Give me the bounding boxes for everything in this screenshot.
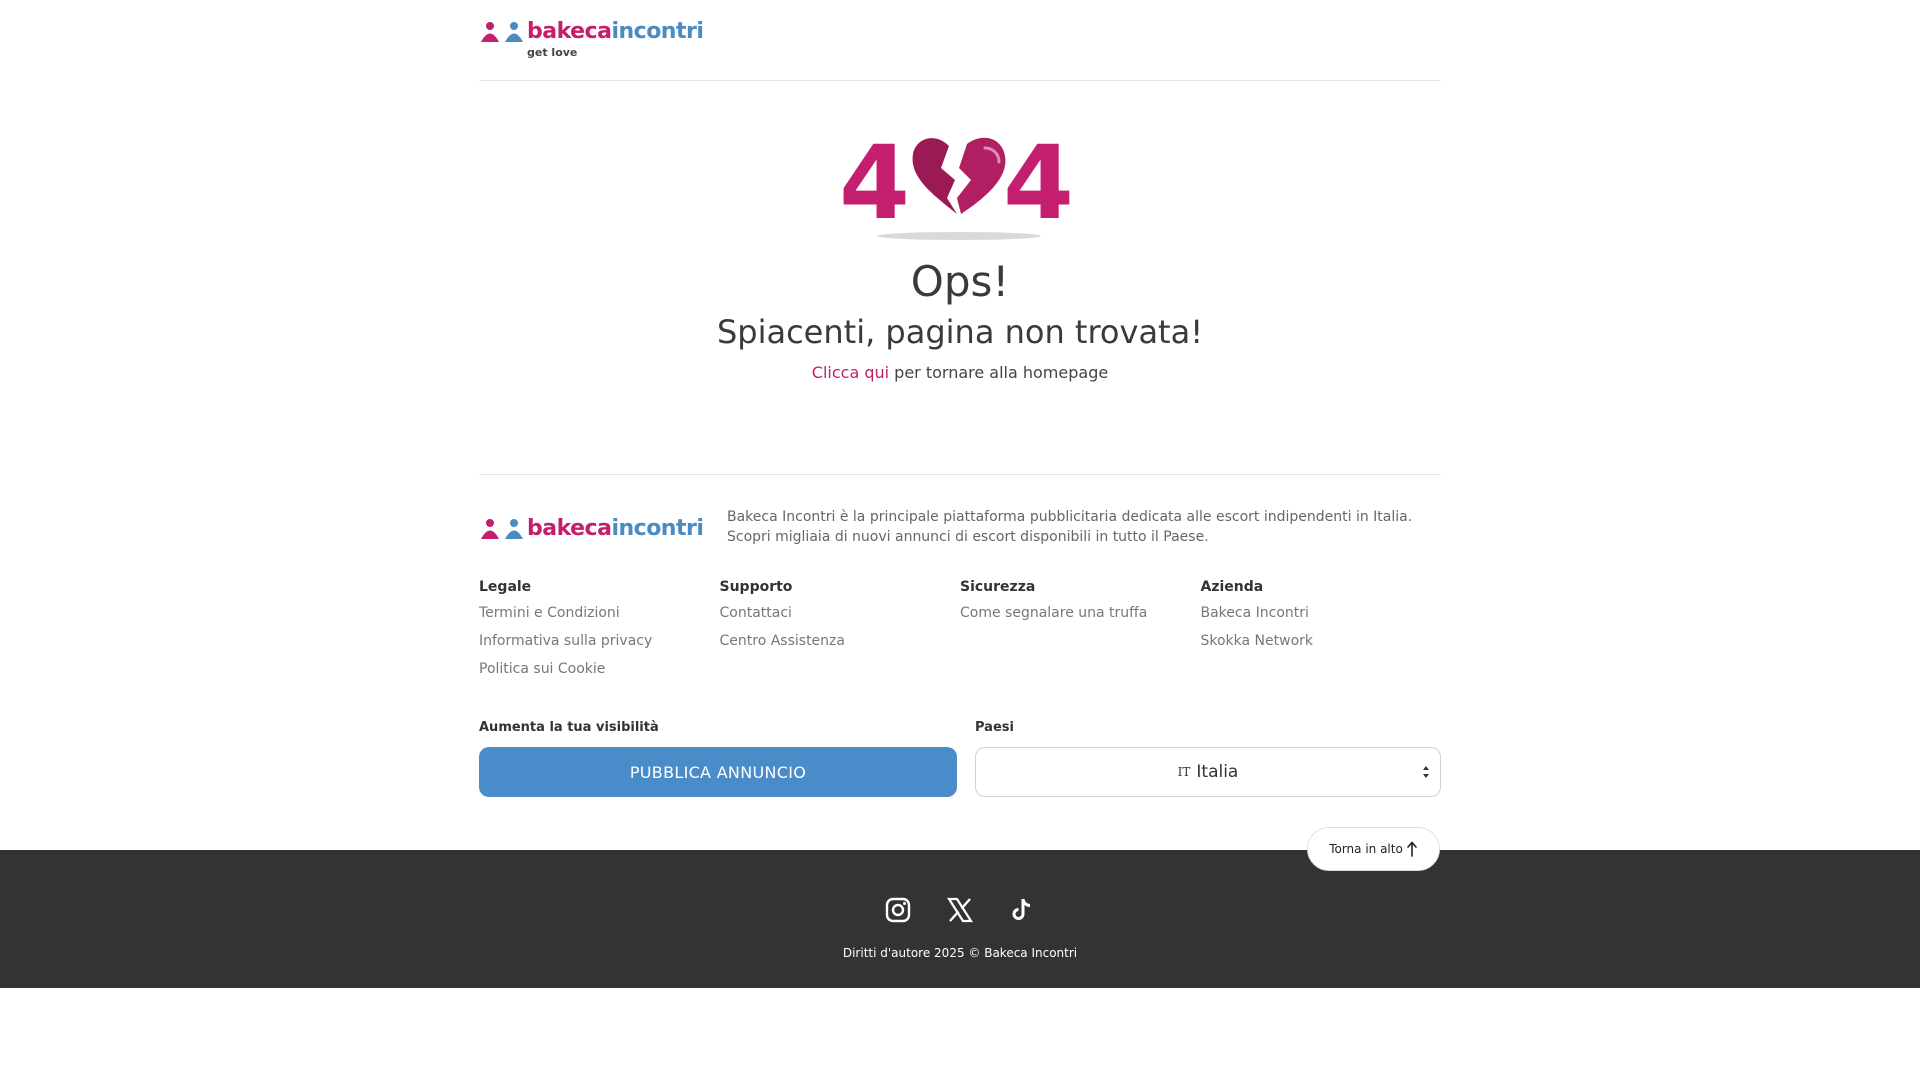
back-home-link[interactable]: Clicca qui <box>812 363 889 382</box>
error-title: Ops! <box>910 257 1010 306</box>
footer-link-bakeca[interactable]: Bakeca Incontri <box>1201 604 1442 622</box>
countries-label: Paesi <box>975 720 1014 735</box>
site-header: bakecaincontri get love <box>479 0 1441 81</box>
footer-col-heading: Azienda <box>1200 579 1264 595</box>
italy-flag-icon: IT <box>1177 765 1191 779</box>
copyright-text: Diritti d'autore 2025 © Bakeca Incontri <box>842 946 1078 960</box>
error-code-left: 4 <box>839 126 910 243</box>
country-selected-value: Italia <box>1196 762 1239 782</box>
header-logo[interactable]: bakecaincontri get love <box>479 19 704 59</box>
footer-link-skokka[interactable]: Skokka Network <box>1201 632 1442 650</box>
error-section: 4 4 Ops! Spiacenti, pagina non trovata! … <box>479 81 1441 475</box>
publish-ad-button[interactable]: PUBBLICA ANNUNCIO <box>479 747 957 797</box>
footer-description: Bakeca Incontri è la principale piattafo… <box>727 509 1413 545</box>
instagram-icon[interactable] <box>884 896 912 924</box>
brand-wordmark: bakecaincontri <box>527 19 704 44</box>
footer-col-legale: Legale Termini e Condizioni Informativa … <box>479 579 720 688</box>
error-subtitle: Spiacenti, pagina non trovata! <box>716 313 1204 351</box>
broken-heart-404-graphic: 4 4 <box>839 126 1074 243</box>
footer-col-heading: Supporto <box>719 579 793 595</box>
select-arrows-icon <box>1423 766 1429 778</box>
footer-col-supporto: Supporto Contattaci Centro Assistenza <box>720 579 961 688</box>
footer-link-contact[interactable]: Contattaci <box>720 604 961 622</box>
couple-logo-icon <box>479 21 525 43</box>
footer-link-help-center[interactable]: Centro Assistenza <box>720 632 961 650</box>
footer-bottom-bar: Torna in alto Diritti d'autore 2025 © Ba… <box>0 827 1920 988</box>
footer-col-sicurezza: Sicurezza Come segnalare una truffa <box>960 579 1201 688</box>
footer-col-heading: Sicurezza <box>960 579 1036 595</box>
footer-logo[interactable]: bakecaincontri <box>479 516 704 541</box>
arrow-up-icon <box>1407 841 1417 857</box>
footer-link-report-scam[interactable]: Come segnalare una truffa <box>960 604 1201 622</box>
footer-col-heading: Legale <box>479 579 532 595</box>
country-select[interactable]: IT Italia <box>975 747 1441 797</box>
footer-link-privacy[interactable]: Informativa sulla privacy <box>479 632 720 650</box>
back-home-line: Clicca qui per tornare alla homepage <box>811 363 1109 382</box>
brand-tagline: get love <box>527 46 578 59</box>
tiktok-icon[interactable] <box>1008 896 1036 924</box>
back-to-top-button[interactable]: Torna in alto <box>1307 827 1440 871</box>
footer: bakecaincontri Bakeca Incontri è la prin… <box>479 475 1441 851</box>
x-icon[interactable] <box>946 896 974 924</box>
error-code-right: 4 <box>1003 126 1074 243</box>
visibility-label: Aumenta la tua visibilità <box>479 720 659 735</box>
footer-link-cookie[interactable]: Politica sui Cookie <box>479 660 720 678</box>
footer-link-terms[interactable]: Termini e Condizioni <box>479 604 720 622</box>
brand-wordmark: bakecaincontri <box>527 516 704 541</box>
couple-logo-icon <box>479 518 525 540</box>
footer-columns: Legale Termini e Condizioni Informativa … <box>479 579 1441 688</box>
social-links <box>0 896 1920 924</box>
broken-heart-icon <box>912 137 1006 214</box>
footer-col-azienda: Azienda Bakeca Incontri Skokka Network <box>1201 579 1442 688</box>
